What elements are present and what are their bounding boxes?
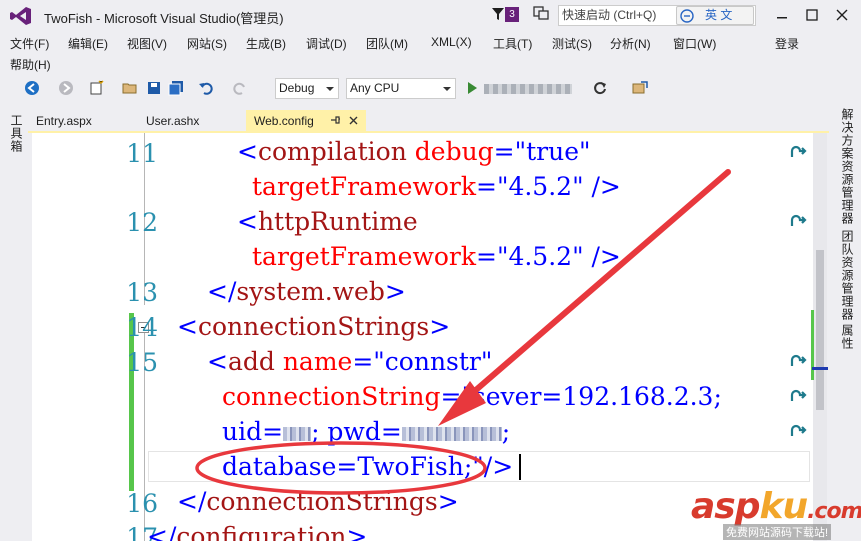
arrow-shaft [459,169,731,405]
annotation-overlay [195,169,731,495]
watermark-suffix: .com [807,499,861,524]
watermark-logo: aspku.com [691,486,861,527]
watermark-subtitle: 免费网站源码下载站! [723,524,832,540]
watermark-asp: asp [691,486,760,527]
highlight-ellipse [195,441,487,495]
watermark-ku: ku [759,486,809,527]
site-watermark: aspku.com 免费网站源码下载站! [691,486,861,541]
